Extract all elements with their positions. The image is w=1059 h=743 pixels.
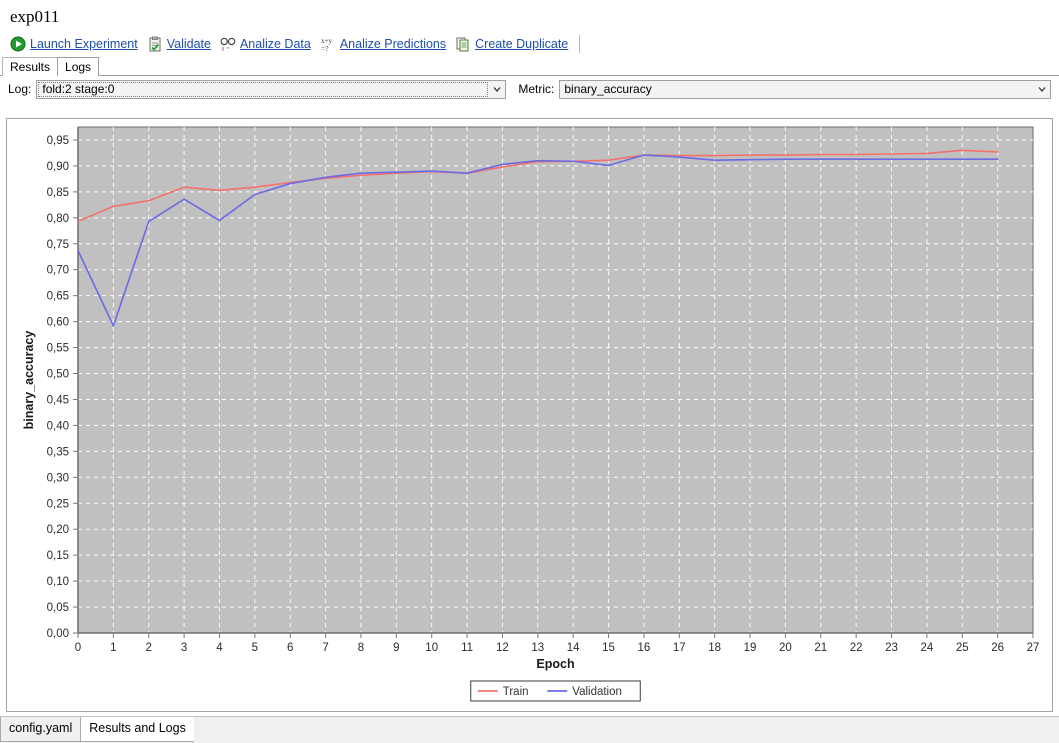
tab-logs-label: Logs bbox=[65, 60, 92, 74]
launch-experiment-label: Launch Experiment bbox=[30, 37, 138, 51]
create-duplicate-action[interactable]: Create Duplicate bbox=[455, 34, 568, 54]
tab-results-and-logs[interactable]: Results and Logs bbox=[80, 717, 195, 742]
svg-text:=: = bbox=[226, 47, 230, 53]
legend-label-train: Train bbox=[503, 686, 529, 698]
tabs-filler bbox=[193, 717, 1059, 743]
metric-select-value: binary_accuracy bbox=[564, 81, 652, 96]
x-tick-label: 17 bbox=[673, 642, 686, 654]
x-tick-label: 3 bbox=[181, 642, 187, 654]
x-tick-label: 7 bbox=[322, 642, 328, 654]
y-tick-label: 0,05 bbox=[47, 602, 69, 614]
x-tick-label: 11 bbox=[461, 642, 473, 654]
x-tick-label: 27 bbox=[1027, 642, 1040, 654]
x-tick-label: 5 bbox=[252, 642, 258, 654]
x-tick-label: 6 bbox=[287, 642, 293, 654]
svg-text:x: x bbox=[221, 47, 224, 53]
metric-line-chart: 0,00 0,05 0,10 0,15 0,20 0,25 0,30 0,35 0,40 0,45… bbox=[22, 126, 1040, 702]
x-tick-label: 25 bbox=[956, 642, 969, 654]
x-tick-label: 21 bbox=[814, 642, 827, 654]
toolbar-separator bbox=[579, 35, 581, 53]
x-tick-label: 16 bbox=[638, 642, 651, 654]
glasses-icon: x = bbox=[220, 36, 236, 52]
tab-config-yaml[interactable]: config.yaml bbox=[0, 717, 82, 742]
analize-data-label: Analize Data bbox=[239, 37, 311, 51]
y-axis-title: binary_accuracy bbox=[22, 331, 36, 430]
y-tick-label: 0,55 bbox=[47, 343, 69, 355]
y-tick-label: 0,20 bbox=[47, 524, 69, 536]
document-tabs: config.yaml Results and Logs bbox=[0, 716, 1059, 743]
svg-text:=?: =? bbox=[321, 44, 329, 52]
plot-area bbox=[77, 126, 1034, 634]
x-tick-label: 18 bbox=[708, 642, 721, 654]
y-tick-label: 0,75 bbox=[47, 239, 69, 251]
log-selector-label: Log: bbox=[8, 82, 32, 96]
copy-document-icon bbox=[455, 36, 471, 52]
y-tick-label: 0,80 bbox=[47, 213, 69, 225]
y-tick-label: 0,65 bbox=[47, 291, 69, 303]
y-tick-label: 0,95 bbox=[47, 135, 69, 147]
y-tick-label: 0,25 bbox=[47, 498, 69, 510]
x-tick-label: 9 bbox=[393, 642, 399, 654]
tab-results-label: Results bbox=[10, 60, 51, 74]
x-tick-label: 1 bbox=[110, 642, 116, 654]
y-tick-label: 0,30 bbox=[47, 472, 69, 484]
y-tick-label: 0,70 bbox=[47, 265, 69, 277]
y-tick-label: 0,50 bbox=[47, 369, 69, 381]
x-tick-label: 14 bbox=[567, 642, 580, 654]
y-tick-label: 0,60 bbox=[47, 317, 69, 329]
x-tick-label: 4 bbox=[216, 642, 223, 654]
validate-label: Validate bbox=[166, 37, 211, 51]
view-tabs: Results Logs bbox=[0, 56, 1059, 76]
x-tick-label: 13 bbox=[531, 642, 544, 654]
legend-label-validation: Validation bbox=[572, 686, 622, 698]
x-tick-label: 12 bbox=[496, 642, 509, 654]
selector-row: Log: fold:2 stage:0 Metric: binary_accur… bbox=[0, 76, 1059, 102]
analize-predictions-label: Analize Predictions bbox=[339, 37, 447, 51]
y-tick-label: 0,00 bbox=[47, 628, 69, 640]
validate-action[interactable]: Validate bbox=[147, 34, 211, 54]
x-tick-label: 8 bbox=[358, 642, 364, 654]
clipboard-check-icon bbox=[147, 36, 163, 52]
tab-logs[interactable]: Logs bbox=[57, 57, 100, 76]
experiment-title: exp011 bbox=[10, 7, 60, 26]
formula-icon: x+y =? bbox=[320, 36, 336, 52]
x-tick-label: 0 bbox=[75, 642, 81, 654]
x-tick-label: 2 bbox=[146, 642, 152, 654]
chevron-down-icon bbox=[1034, 81, 1050, 98]
metric-select[interactable]: binary_accuracy bbox=[559, 79, 1051, 99]
chart-legend: Train Validation bbox=[470, 680, 641, 702]
x-tick-label: 24 bbox=[920, 642, 933, 654]
log-select-value: fold:2 stage:0 bbox=[38, 81, 489, 97]
y-tick-label: 0,45 bbox=[47, 394, 69, 406]
log-select[interactable]: fold:2 stage:0 bbox=[36, 79, 507, 99]
y-tick-label: 0,15 bbox=[47, 550, 69, 562]
y-tick-label: 0,40 bbox=[47, 420, 69, 432]
x-tick-label: 10 bbox=[425, 642, 438, 654]
metric-selector-label: Metric: bbox=[518, 82, 555, 96]
x-tick-label: 23 bbox=[885, 642, 898, 654]
action-toolbar: Launch Experiment Validate x = Analize D… bbox=[0, 32, 1059, 56]
x-tick-label: 22 bbox=[850, 642, 863, 654]
y-tick-label: 0,85 bbox=[47, 187, 69, 199]
tab-results-and-logs-label: Results and Logs bbox=[89, 721, 186, 735]
tab-results[interactable]: Results bbox=[2, 57, 59, 76]
chart-panel: 0,00 0,05 0,10 0,15 0,20 0,25 0,30 0,35 0,40 0,45… bbox=[6, 118, 1053, 712]
x-tick-label: 15 bbox=[602, 642, 615, 654]
x-tick-label: 20 bbox=[779, 642, 792, 654]
analize-data-action[interactable]: x = Analize Data bbox=[220, 34, 311, 54]
chevron-down-icon bbox=[489, 81, 505, 98]
y-tick-label: 0,35 bbox=[47, 446, 69, 458]
y-tick-label: 0,90 bbox=[47, 161, 69, 173]
x-tick-label: 26 bbox=[991, 642, 1004, 654]
create-duplicate-label: Create Duplicate bbox=[475, 37, 569, 51]
launch-experiment-action[interactable]: Launch Experiment bbox=[10, 34, 138, 54]
y-tick-label: 0,10 bbox=[47, 576, 69, 588]
tab-config-yaml-label: config.yaml bbox=[9, 721, 73, 735]
play-icon bbox=[10, 36, 26, 52]
analize-predictions-action[interactable]: x+y =? Analize Predictions bbox=[320, 34, 446, 54]
title-bar: exp011 bbox=[0, 0, 1059, 32]
x-axis-title: Epoch bbox=[536, 657, 574, 671]
x-tick-label: 19 bbox=[744, 642, 757, 654]
